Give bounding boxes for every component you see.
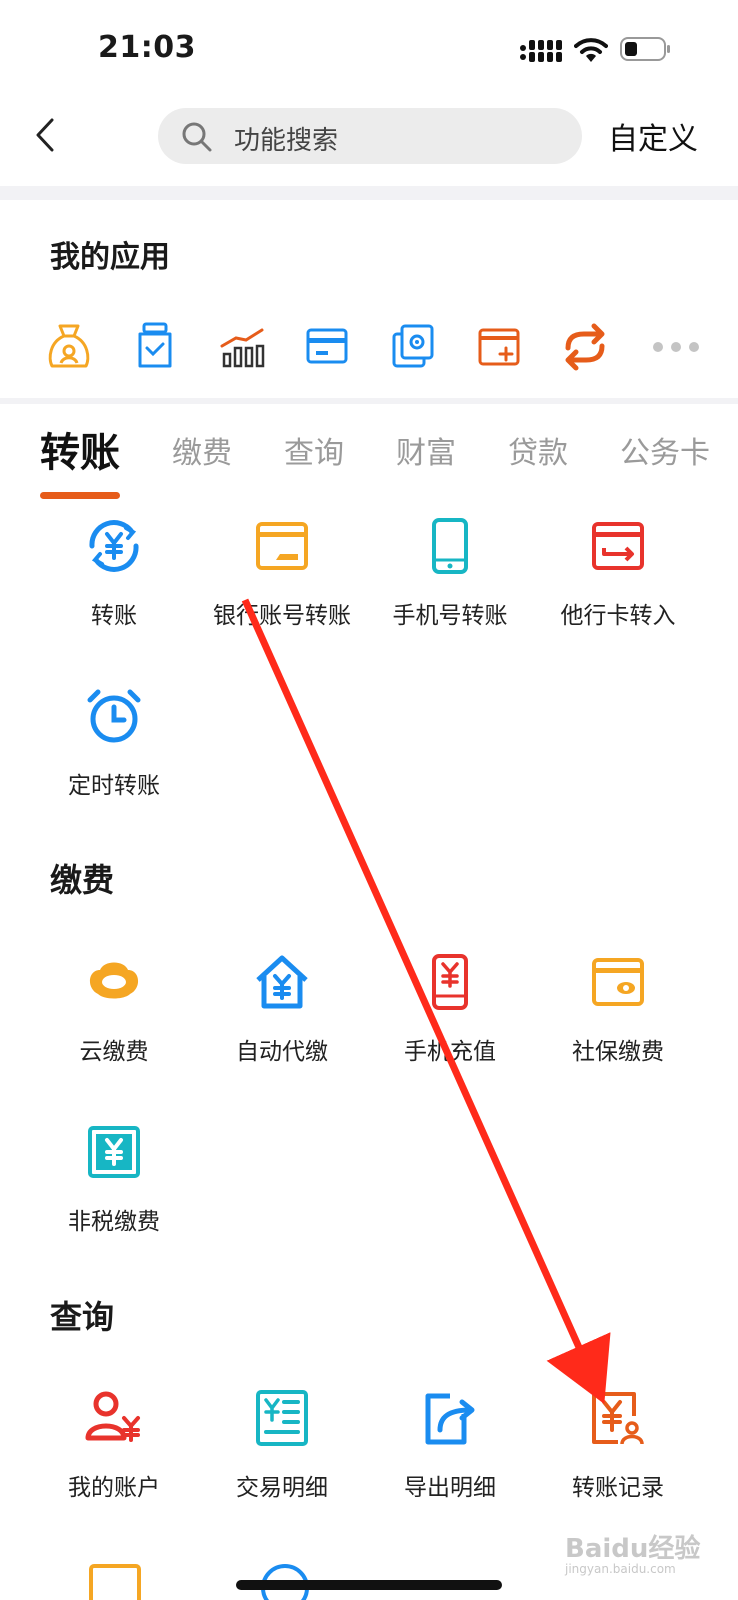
status-bar: 21:03 [0,0,738,95]
customize-button[interactable]: 自定义 [608,114,698,158]
section-title-payment: 缴费 [50,861,115,899]
grid-item-label: 转账 [91,603,137,629]
grid-item-label: 社保缴费 [572,1039,664,1065]
grid-item-phone-transfer[interactable]: 手机号转账 [366,516,534,636]
grid-item-label: 自动代缴 [236,1039,328,1065]
search-icon [182,122,212,152]
tab-loan[interactable]: 贷款 [508,428,568,472]
section-title-query: 查询 [50,1298,115,1336]
grid-item-social-insurance[interactable]: 社保缴费 [534,952,702,1072]
grid-item-auto-payment[interactable]: 自动代缴 [198,952,366,1072]
house-yuan-icon [256,955,308,1009]
my-apps-row [0,318,738,378]
active-tab-indicator [40,492,120,499]
grid-item-label: 交易明细 [236,1475,328,1501]
wifi-icon [574,38,608,62]
alarm-clock-icon [87,689,141,743]
grid-item-transfer-record[interactable]: 转账记录 [534,1388,702,1508]
chart-icon[interactable] [216,318,266,374]
export-icon [425,1393,475,1445]
account-icon [85,1391,140,1442]
grid-item-label: 定时转账 [68,773,160,799]
watermark: Baidu经验 [565,1534,701,1564]
my-apps-title: 我的应用 [50,240,170,275]
watermark-url: jingyan.baidu.com [565,1562,676,1576]
grid-item-label: 导出明细 [404,1475,496,1501]
tab-query[interactable]: 查询 [284,428,344,472]
grid-item-label: 非税缴费 [68,1209,160,1235]
grid-item-transfer[interactable]: 转账 [30,516,198,636]
more-icon[interactable] [652,340,702,354]
tab-transfer[interactable]: 转账 [40,420,120,478]
grid-item-label: 手机号转账 [392,603,508,629]
tab-official-card[interactable]: 公务卡 [620,428,710,472]
search-placeholder: 功能搜索 [234,126,339,156]
grid-item-bank-account-transfer[interactable]: 银行账号转账 [198,516,366,636]
transfer-record-icon [592,1392,644,1445]
grid-item-label: 银行账号转账 [213,603,351,629]
card-in-icon [592,522,644,570]
divider [0,398,738,404]
grid-item-label: 他行卡转入 [560,603,676,629]
divider [0,186,738,200]
tax-yuan-icon [88,1126,140,1178]
back-icon[interactable] [28,110,68,160]
card-icon[interactable] [302,318,352,374]
money-bag-icon[interactable] [44,318,94,374]
detail-list-icon [256,1390,308,1446]
grid-item-phone-recharge[interactable]: 手机充值 [366,952,534,1072]
grid-item-scheduled-transfer[interactable]: 定时转账 [30,686,198,806]
battery-icon [620,37,670,61]
signal-icon [520,40,562,62]
phone-icon [432,518,468,574]
refresh-icon[interactable] [560,318,610,374]
category-tabs: 转账 缴费 查询 财富 贷款 公务卡 [0,410,738,500]
tab-payment[interactable]: 缴费 [172,428,232,472]
social-card-icon [592,958,644,1006]
grid-item-non-tax-payment[interactable]: 非税缴费 [30,1122,198,1242]
search-input[interactable]: 功能搜索 [158,108,582,164]
timer-jar-icon[interactable] [130,318,180,374]
grid-item-label: 转账记录 [572,1475,664,1501]
phone-yuan-icon [432,954,468,1010]
grid-item-export-detail[interactable]: 导出明细 [366,1388,534,1508]
grid-item-cloud-payment[interactable]: 云缴费 [30,952,198,1072]
nav-bar: 功能搜索 自定义 [0,100,738,180]
add-card-icon[interactable] [474,318,524,374]
bank-card-icon [256,522,308,570]
grid-item-label: 手机充值 [404,1039,496,1065]
grid-item-label: 云缴费 [79,1039,149,1065]
grid-item-my-account[interactable]: 我的账户 [30,1388,198,1508]
grid-item-transaction-detail[interactable]: 交易明细 [198,1388,366,1508]
partial-row-icon [89,1564,141,1600]
yuan-cycle-icon [89,520,139,572]
grid-item-label: 我的账户 [68,1475,160,1501]
grid-item-other-bank-in[interactable]: 他行卡转入 [534,516,702,636]
settings-card-icon[interactable] [388,318,438,374]
status-time: 21:03 [98,30,196,65]
cloud-icon [89,962,139,999]
home-indicator[interactable] [236,1580,502,1590]
tab-wealth[interactable]: 财富 [396,428,456,472]
